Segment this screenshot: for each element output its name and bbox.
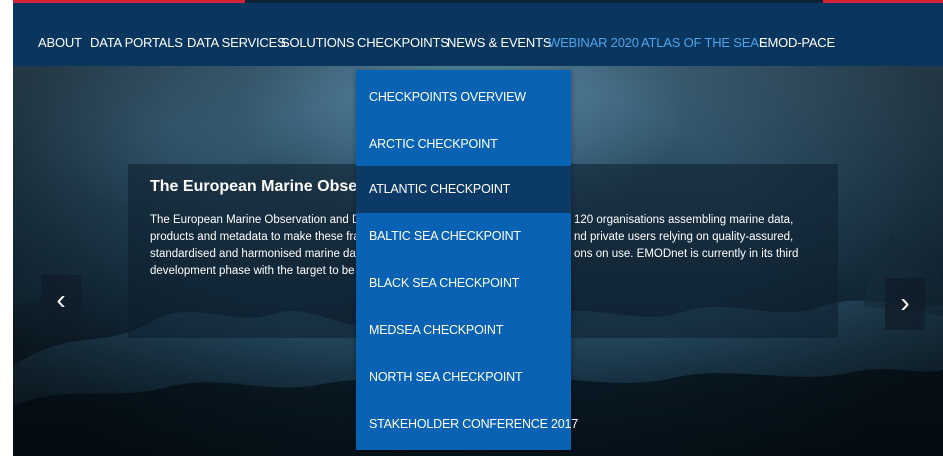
- prev-slide-button[interactable]: ‹: [41, 275, 81, 327]
- nav-emod-pace[interactable]: EMOD-PACE: [759, 3, 835, 66]
- nav-news-events[interactable]: NEWS & EVENTS: [447, 3, 552, 66]
- dropdown-item-baltic-sea-checkpoint[interactable]: BALTIC SEA CHECKPOINT: [356, 213, 571, 260]
- nav-data-services[interactable]: DATA SERVICES: [187, 3, 286, 66]
- nav-webinar-2020[interactable]: WEBINAR 2020: [548, 3, 639, 66]
- dropdown-item-atlantic-checkpoint[interactable]: ATLANTIC CHECKPOINT: [356, 166, 571, 213]
- nav-about[interactable]: ABOUT: [38, 3, 82, 66]
- dropdown-item-north-sea-checkpoint[interactable]: NORTH SEA CHECKPOINT: [356, 354, 571, 401]
- nav-solutions[interactable]: SOLUTIONS: [281, 3, 355, 66]
- next-slide-button[interactable]: ›: [885, 278, 925, 330]
- checkpoints-dropdown-menu: CHECKPOINTS OVERVIEW ARCTIC CHECKPOINT A…: [356, 70, 578, 450]
- hero-text-line: 120 organisations assembling marine data…: [574, 214, 794, 226]
- hero-text-line: ons on use. EMODnet is currently in its …: [574, 248, 799, 260]
- dropdown-item-stakeholder-conference-2017[interactable]: STAKEHOLDER CONFERENCE 2017: [356, 401, 578, 448]
- main-navbar: ABOUT DATA PORTALS DATA SERVICES SOLUTIO…: [13, 3, 943, 66]
- hero-text-right: 120 organisations assembling marine data…: [574, 212, 798, 263]
- dropdown-item-medsea-checkpoint[interactable]: MEDSEA CHECKPOINT: [356, 307, 571, 354]
- hero-text-line: nd private users relying on quality-assu…: [574, 231, 794, 243]
- dropdown-item-arctic-checkpoint[interactable]: ARCTIC CHECKPOINT: [356, 121, 571, 168]
- dropdown-item-black-sea-checkpoint[interactable]: BLACK SEA CHECKPOINT: [356, 260, 571, 307]
- page-frame: ABOUT DATA PORTALS DATA SERVICES SOLUTIO…: [13, 0, 943, 456]
- nav-data-portals[interactable]: DATA PORTALS: [90, 3, 183, 66]
- nav-atlas-of-the-seas[interactable]: ATLAS OF THE SEAS: [641, 3, 767, 66]
- nav-checkpoints[interactable]: CHECKPOINTS: [357, 3, 449, 66]
- dropdown-item-checkpoints-overview[interactable]: CHECKPOINTS OVERVIEW: [356, 74, 571, 121]
